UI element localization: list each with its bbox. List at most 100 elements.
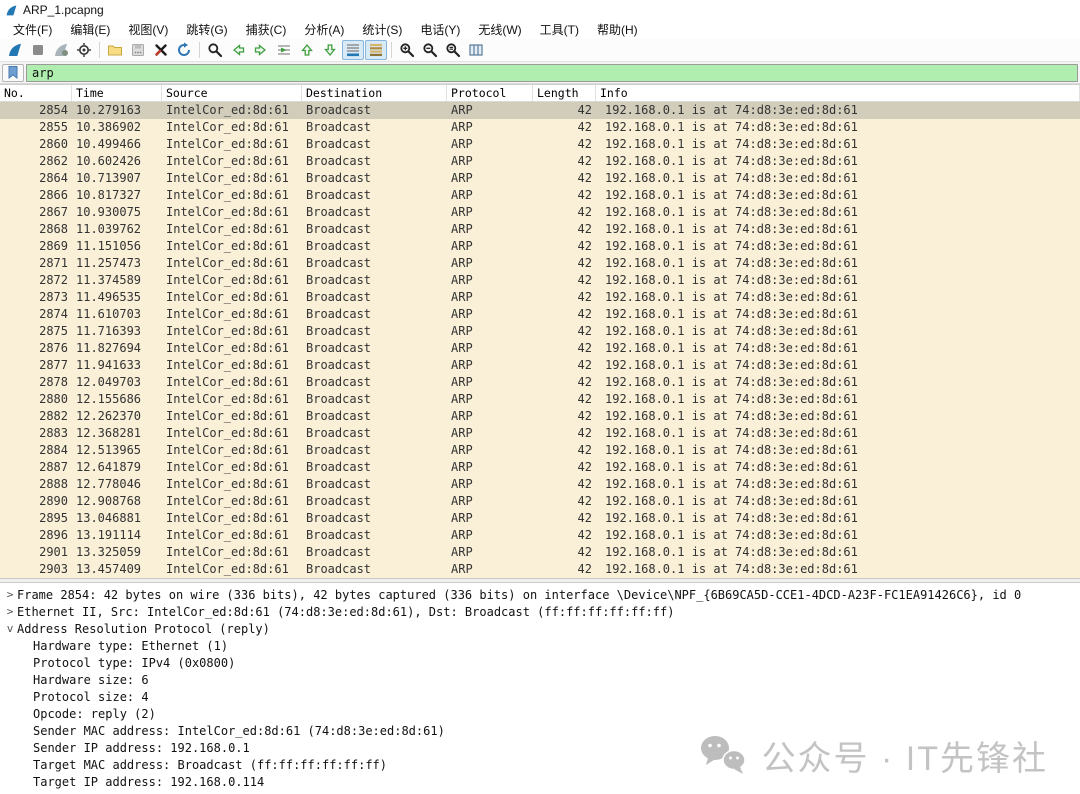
cell-length: 42	[533, 561, 596, 578]
column-header-length[interactable]: Length	[533, 85, 596, 101]
reload-file-button[interactable]	[173, 40, 195, 60]
column-header-destination[interactable]: Destination	[302, 85, 447, 101]
cell-time: 10.930075	[72, 204, 162, 221]
detail-line[interactable]: Target MAC address: Broadcast (ff:ff:ff:…	[0, 756, 1080, 773]
filter-bookmark-button[interactable]	[2, 64, 24, 82]
gear-icon	[76, 42, 92, 58]
menu-statistics[interactable]: 统计(S)	[353, 19, 411, 40]
packet-row[interactable]: 288412.513965IntelCor_ed:8d:61BroadcastA…	[0, 442, 1080, 459]
go-to-packet-button[interactable]	[273, 40, 295, 60]
packet-row[interactable]: 287711.941633IntelCor_ed:8d:61BroadcastA…	[0, 357, 1080, 374]
menu-analyze[interactable]: 分析(A)	[295, 19, 353, 40]
menu-telephony[interactable]: 电话(Y)	[411, 19, 469, 40]
colorize-button[interactable]	[365, 40, 387, 60]
menu-edit[interactable]: 编辑(E)	[61, 19, 119, 40]
column-header-time[interactable]: Time	[72, 85, 162, 101]
find-packet-button[interactable]	[204, 40, 226, 60]
expander-icon[interactable]: v	[3, 622, 17, 635]
packet-row[interactable]: 286010.499466IntelCor_ed:8d:61BroadcastA…	[0, 136, 1080, 153]
cell-no: 2862	[0, 153, 72, 170]
stop-icon	[30, 42, 46, 58]
packet-row[interactable]: 287211.374589IntelCor_ed:8d:61BroadcastA…	[0, 272, 1080, 289]
detail-line[interactable]: Sender MAC address: IntelCor_ed:8d:61 (7…	[0, 722, 1080, 739]
zoom-reset-icon	[445, 42, 461, 58]
cell-protocol: ARP	[447, 119, 533, 136]
column-header-source[interactable]: Source	[162, 85, 302, 101]
menu-go[interactable]: 跳转(G)	[177, 19, 236, 40]
detail-line[interactable]: Protocol type: IPv4 (0x0800)	[0, 654, 1080, 671]
menu-capture[interactable]: 捕获(C)	[237, 19, 296, 40]
window-title: ARP_1.pcapng	[23, 3, 104, 17]
detail-line[interactable]: Hardware size: 6	[0, 671, 1080, 688]
packet-row[interactable]: 288012.155686IntelCor_ed:8d:61BroadcastA…	[0, 391, 1080, 408]
close-file-button[interactable]	[150, 40, 172, 60]
packet-row[interactable]: 286911.151056IntelCor_ed:8d:61BroadcastA…	[0, 238, 1080, 255]
stop-capture-button[interactable]	[27, 40, 49, 60]
expander-icon[interactable]: >	[3, 588, 17, 601]
go-first-packet-button[interactable]	[296, 40, 318, 60]
detail-line[interactable]: Protocol size: 4	[0, 688, 1080, 705]
capture-options-button[interactable]	[73, 40, 95, 60]
packet-row[interactable]: 288312.368281IntelCor_ed:8d:61BroadcastA…	[0, 425, 1080, 442]
packet-row[interactable]: 289613.191114IntelCor_ed:8d:61BroadcastA…	[0, 527, 1080, 544]
packet-row[interactable]: 290113.325059IntelCor_ed:8d:61BroadcastA…	[0, 544, 1080, 561]
go-last-packet-button[interactable]	[319, 40, 341, 60]
expander-icon[interactable]: >	[3, 605, 17, 618]
display-filter-input[interactable]	[26, 64, 1078, 82]
packet-row[interactable]: 286811.039762IntelCor_ed:8d:61BroadcastA…	[0, 221, 1080, 238]
packet-row[interactable]: 286710.930075IntelCor_ed:8d:61BroadcastA…	[0, 204, 1080, 221]
packet-row[interactable]: 288712.641879IntelCor_ed:8d:61BroadcastA…	[0, 459, 1080, 476]
cell-protocol: ARP	[447, 459, 533, 476]
zoom-reset-button[interactable]	[442, 40, 464, 60]
toolbar-separator	[99, 42, 100, 58]
resize-columns-button[interactable]	[465, 40, 487, 60]
detail-line[interactable]: vAddress Resolution Protocol (reply)	[0, 620, 1080, 637]
detail-line[interactable]: >Frame 2854: 42 bytes on wire (336 bits)…	[0, 586, 1080, 603]
detail-text: Sender MAC address: IntelCor_ed:8d:61 (7…	[33, 724, 445, 738]
cell-length: 42	[533, 476, 596, 493]
cell-no: 2874	[0, 306, 72, 323]
detail-line[interactable]: >Ethernet II, Src: IntelCor_ed:8d:61 (74…	[0, 603, 1080, 620]
packet-row[interactable]: 288812.778046IntelCor_ed:8d:61BroadcastA…	[0, 476, 1080, 493]
packet-row[interactable]: 287311.496535IntelCor_ed:8d:61BroadcastA…	[0, 289, 1080, 306]
packet-row[interactable]: 287812.049703IntelCor_ed:8d:61BroadcastA…	[0, 374, 1080, 391]
packet-row[interactable]: 286610.817327IntelCor_ed:8d:61BroadcastA…	[0, 187, 1080, 204]
go-back-button[interactable]	[227, 40, 249, 60]
packet-row[interactable]: 290313.457409IntelCor_ed:8d:61BroadcastA…	[0, 561, 1080, 578]
packet-row[interactable]: 287611.827694IntelCor_ed:8d:61BroadcastA…	[0, 340, 1080, 357]
restart-capture-button[interactable]	[50, 40, 72, 60]
detail-line[interactable]: Sender IP address: 192.168.0.1	[0, 739, 1080, 756]
menu-view[interactable]: 视图(V)	[119, 19, 177, 40]
packet-row[interactable]: 285410.279163IntelCor_ed:8d:61BroadcastA…	[0, 102, 1080, 119]
detail-line[interactable]: Target IP address: 192.168.0.114	[0, 773, 1080, 790]
cell-no: 2876	[0, 340, 72, 357]
packet-row[interactable]: 286410.713907IntelCor_ed:8d:61BroadcastA…	[0, 170, 1080, 187]
menu-wireless[interactable]: 无线(W)	[469, 19, 530, 40]
start-capture-button[interactable]	[4, 40, 26, 60]
zoom-in-button[interactable]	[396, 40, 418, 60]
detail-line[interactable]: Hardware type: Ethernet (1)	[0, 637, 1080, 654]
zoom-out-button[interactable]	[419, 40, 441, 60]
cell-time: 13.046881	[72, 510, 162, 527]
packet-row[interactable]: 287111.257473IntelCor_ed:8d:61BroadcastA…	[0, 255, 1080, 272]
go-forward-button[interactable]	[250, 40, 272, 60]
open-file-button[interactable]	[104, 40, 126, 60]
detail-line[interactable]: Opcode: reply (2)	[0, 705, 1080, 722]
menu-file[interactable]: 文件(F)	[4, 19, 61, 40]
packet-row[interactable]: 289012.908768IntelCor_ed:8d:61BroadcastA…	[0, 493, 1080, 510]
packet-row[interactable]: 287411.610703IntelCor_ed:8d:61BroadcastA…	[0, 306, 1080, 323]
packet-row[interactable]: 288212.262370IntelCor_ed:8d:61BroadcastA…	[0, 408, 1080, 425]
save-file-button[interactable]	[127, 40, 149, 60]
cell-info: 192.168.0.1 is at 74:d8:3e:ed:8d:61	[596, 306, 1080, 323]
packet-row[interactable]: 289513.046881IntelCor_ed:8d:61BroadcastA…	[0, 510, 1080, 527]
column-header-no[interactable]: No.	[0, 85, 72, 101]
menu-help[interactable]: 帮助(H)	[588, 19, 647, 40]
packet-row[interactable]: 286210.602426IntelCor_ed:8d:61BroadcastA…	[0, 153, 1080, 170]
packet-row[interactable]: 285510.386902IntelCor_ed:8d:61BroadcastA…	[0, 119, 1080, 136]
cell-info: 192.168.0.1 is at 74:d8:3e:ed:8d:61	[596, 153, 1080, 170]
menu-tools[interactable]: 工具(T)	[531, 19, 588, 40]
auto-scroll-button[interactable]	[342, 40, 364, 60]
packet-row[interactable]: 287511.716393IntelCor_ed:8d:61BroadcastA…	[0, 323, 1080, 340]
column-header-info[interactable]: Info	[596, 85, 1080, 101]
column-header-protocol[interactable]: Protocol	[447, 85, 533, 101]
